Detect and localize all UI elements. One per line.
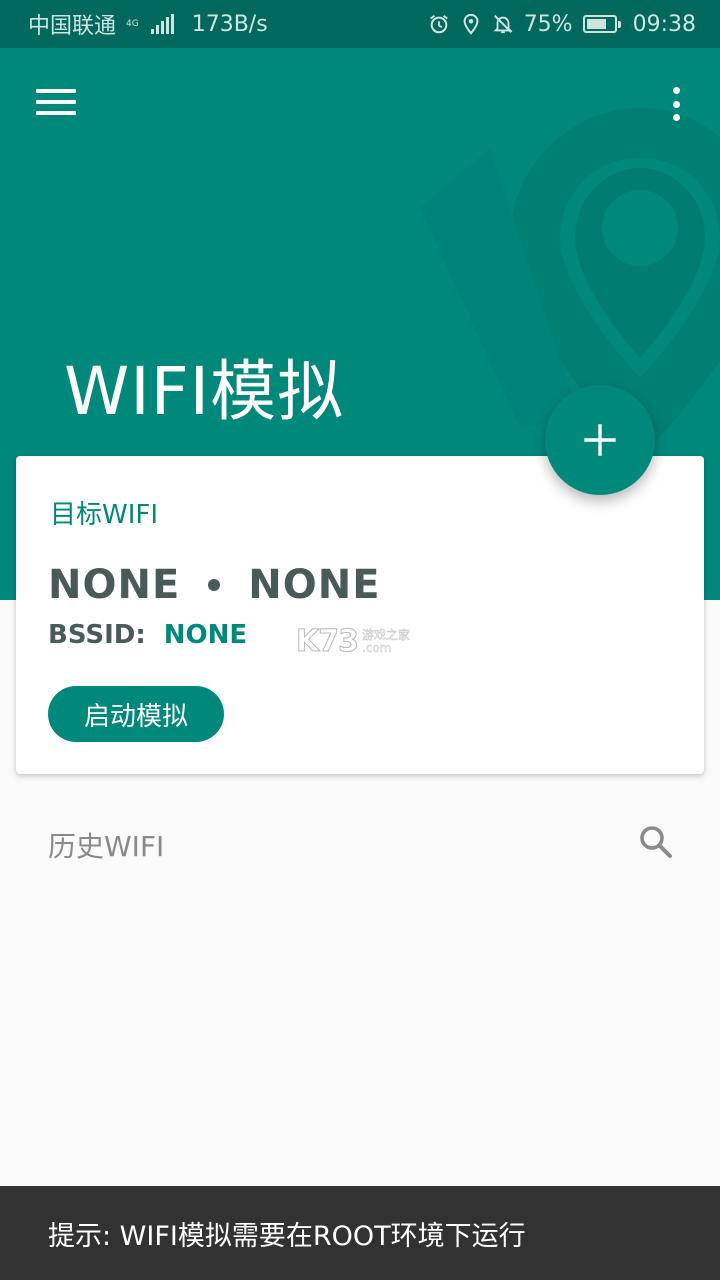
menu-button[interactable] (36, 86, 76, 118)
notifications-off-icon (493, 15, 513, 34)
search-button[interactable] (638, 824, 674, 860)
network-speed: 173B/s (191, 11, 268, 37)
target-wifi-card: 目标WIFI NONE NONE BSSID: NONE 启动模拟 (16, 456, 704, 774)
battery-percent: 75% (523, 11, 573, 37)
k73-watermark: K73 游戏之家 .com (296, 624, 411, 660)
clock: 09:38 (632, 11, 696, 37)
bssid-value: NONE (163, 620, 248, 650)
card-label: 目标WIFI (50, 500, 158, 530)
bssid-row: BSSID: NONE (48, 620, 247, 650)
menu-icon-bar-1 (36, 89, 76, 93)
watermark-sub: 游戏之家 .com (362, 627, 411, 655)
ssid-secondary: NONE (248, 562, 381, 608)
more-dot-3 (672, 114, 680, 121)
ssid-name: NONE (48, 562, 181, 608)
more-dot-2 (672, 100, 680, 108)
watermark-logo: K73 (296, 624, 360, 660)
watermark-sub-bottom: .com (362, 640, 392, 655)
status-left: 中国联通 4G 173B/s (28, 8, 268, 40)
search-icon (640, 826, 672, 858)
ssid-row: NONE NONE (48, 562, 381, 608)
plus-icon (584, 424, 616, 456)
status-bar: 中国联通 4G 173B/s 75% 09:38 (0, 0, 720, 48)
page-title: WIFI模拟 (64, 353, 345, 430)
signal-icon (150, 14, 174, 34)
bssid-label: BSSID: (48, 620, 146, 650)
battery-icon (582, 15, 621, 33)
add-wifi-fab[interactable] (545, 385, 655, 495)
start-simulation-button[interactable]: 启动模拟 (48, 686, 224, 742)
menu-icon-bar-2 (36, 100, 76, 104)
snackbar-message: 提示: WIFI模拟需要在ROOT环境下运行 (48, 1220, 526, 1252)
separator-dot (208, 579, 221, 591)
location-icon (463, 13, 479, 35)
snackbar: 提示: WIFI模拟需要在ROOT环境下运行 (0, 1186, 720, 1280)
watermark-sub-top: 游戏之家 (362, 627, 411, 642)
more-options-button[interactable] (664, 84, 688, 124)
status-right: 75% 09:38 (428, 12, 696, 37)
network-type-label: 4G (126, 18, 139, 29)
carrier-text: 中国联通 (28, 14, 117, 39)
alarm-icon (429, 14, 448, 34)
network-type: 4G (126, 18, 139, 29)
menu-icon-bar-3 (36, 111, 76, 115)
more-dot-1 (672, 87, 680, 94)
history-wifi-label: 历史WIFI (48, 830, 165, 863)
